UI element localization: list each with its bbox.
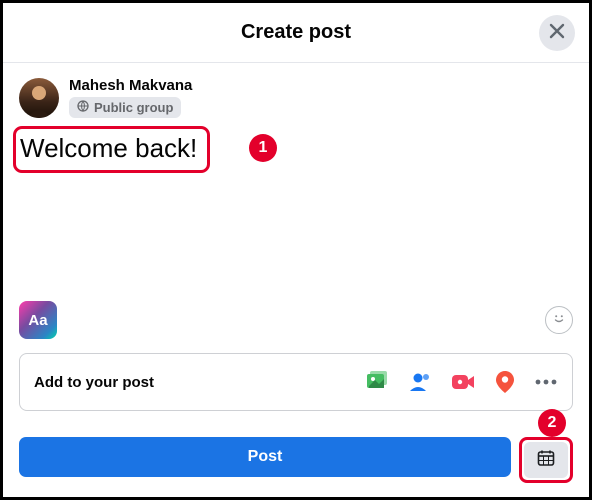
tag-people-button[interactable] bbox=[408, 370, 432, 394]
annotation-badge-1: 1 bbox=[249, 134, 277, 162]
add-to-post-icons bbox=[364, 369, 558, 395]
more-icon bbox=[534, 377, 558, 387]
post-button[interactable]: Post bbox=[19, 437, 511, 477]
location-icon bbox=[494, 369, 516, 395]
add-to-post-label: Add to your post bbox=[34, 374, 154, 391]
photo-video-icon bbox=[364, 369, 390, 395]
background-color-button[interactable]: Aa bbox=[19, 301, 57, 339]
post-button-label: Post bbox=[248, 448, 283, 466]
annotation-box-1: Welcome back! bbox=[13, 126, 210, 173]
live-video-button[interactable] bbox=[450, 371, 476, 393]
close-button[interactable] bbox=[539, 15, 575, 51]
audience-label: Public group bbox=[94, 100, 173, 115]
emoji-icon bbox=[550, 309, 568, 332]
more-button[interactable] bbox=[534, 377, 558, 387]
live-video-icon bbox=[450, 371, 476, 393]
compose-tools-row: Aa bbox=[19, 301, 573, 339]
background-color-icon: Aa bbox=[28, 312, 47, 329]
emoji-button[interactable] bbox=[545, 306, 573, 334]
user-row: Mahesh Makvana Public group bbox=[3, 63, 589, 124]
compose-area[interactable]: Welcome back! 1 bbox=[3, 124, 589, 173]
avatar bbox=[19, 78, 59, 118]
dialog-header: Create post bbox=[3, 3, 589, 63]
close-icon bbox=[547, 21, 567, 46]
location-button[interactable] bbox=[494, 369, 516, 395]
photo-video-button[interactable] bbox=[364, 369, 390, 395]
globe-icon bbox=[77, 100, 89, 115]
create-post-dialog: Create post Mahesh Makvana Public group … bbox=[0, 0, 592, 500]
user-name: Mahesh Makvana bbox=[69, 77, 192, 94]
schedule-button[interactable] bbox=[524, 442, 568, 478]
dialog-footer: Post bbox=[19, 437, 573, 483]
compose-text: Welcome back! bbox=[20, 133, 197, 163]
audience-selector[interactable]: Public group bbox=[69, 97, 181, 118]
dialog-title: Create post bbox=[241, 21, 351, 44]
user-meta: Mahesh Makvana Public group bbox=[69, 77, 192, 118]
add-to-post-row: Add to your post bbox=[19, 353, 573, 411]
tag-people-icon bbox=[408, 370, 432, 394]
schedule-icon bbox=[536, 448, 556, 473]
annotation-badge-2: 2 bbox=[538, 409, 566, 437]
annotation-box-2 bbox=[519, 437, 573, 483]
